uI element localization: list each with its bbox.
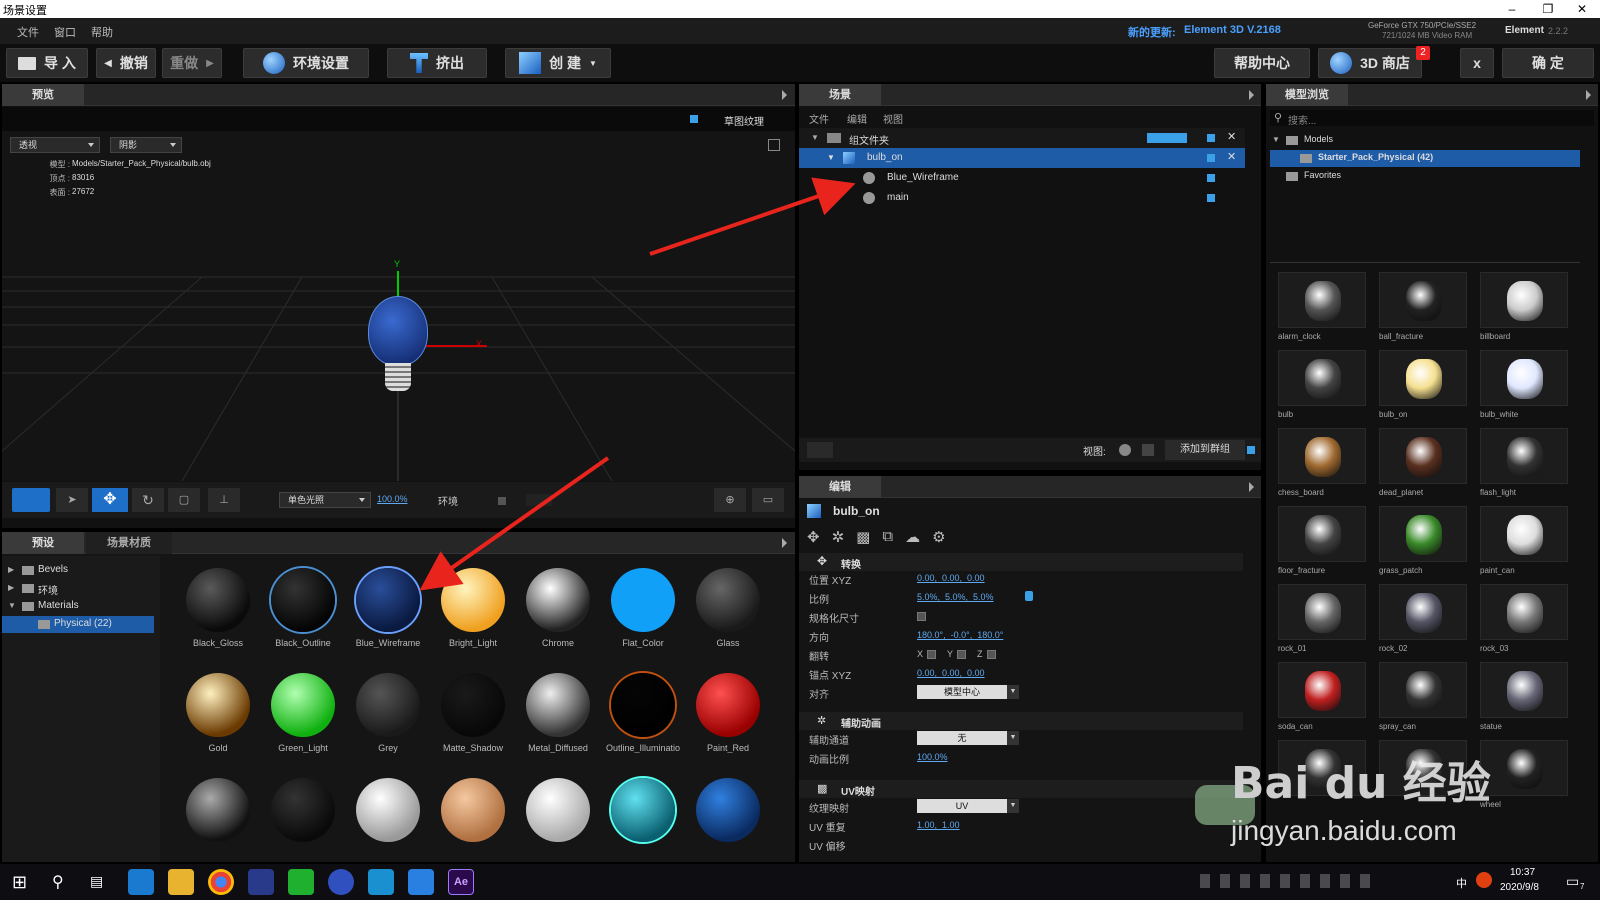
notification-badge: 7 — [1580, 882, 1585, 891]
annotation-arrows — [419, 177, 856, 591]
app-icon[interactable] — [368, 869, 394, 895]
app-icon[interactable] — [328, 869, 354, 895]
red-arrow-scene — [649, 177, 856, 256]
app-tray-icon[interactable] — [1476, 872, 1492, 888]
search-icon[interactable]: ⚲ — [52, 872, 64, 892]
red-arrow-material — [419, 456, 610, 591]
app-icon[interactable] — [408, 869, 434, 895]
ime-indicator[interactable]: 中 — [1456, 875, 1467, 891]
clock-time[interactable]: 10:37 — [1510, 867, 1535, 878]
explorer-icon[interactable] — [168, 869, 194, 895]
tray-icons[interactable] — [1200, 874, 1370, 888]
windows-start-icon[interactable]: ⊞ — [12, 872, 27, 893]
clock-date[interactable]: 2020/9/8 — [1500, 882, 1539, 893]
task-view-icon[interactable]: ▤ — [90, 873, 103, 890]
app-icon[interactable] — [288, 869, 314, 895]
after-effects-icon[interactable]: Ae — [448, 869, 474, 895]
app-icon[interactable] — [248, 869, 274, 895]
edge-icon[interactable] — [128, 869, 154, 895]
chrome-icon[interactable] — [208, 869, 234, 895]
notification-icon[interactable]: ▭ — [1566, 873, 1579, 890]
taskbar: ⊞ ⚲ ▤ Ae 中 10:37 2020/9/8 ▭ 7 — [0, 864, 1600, 900]
